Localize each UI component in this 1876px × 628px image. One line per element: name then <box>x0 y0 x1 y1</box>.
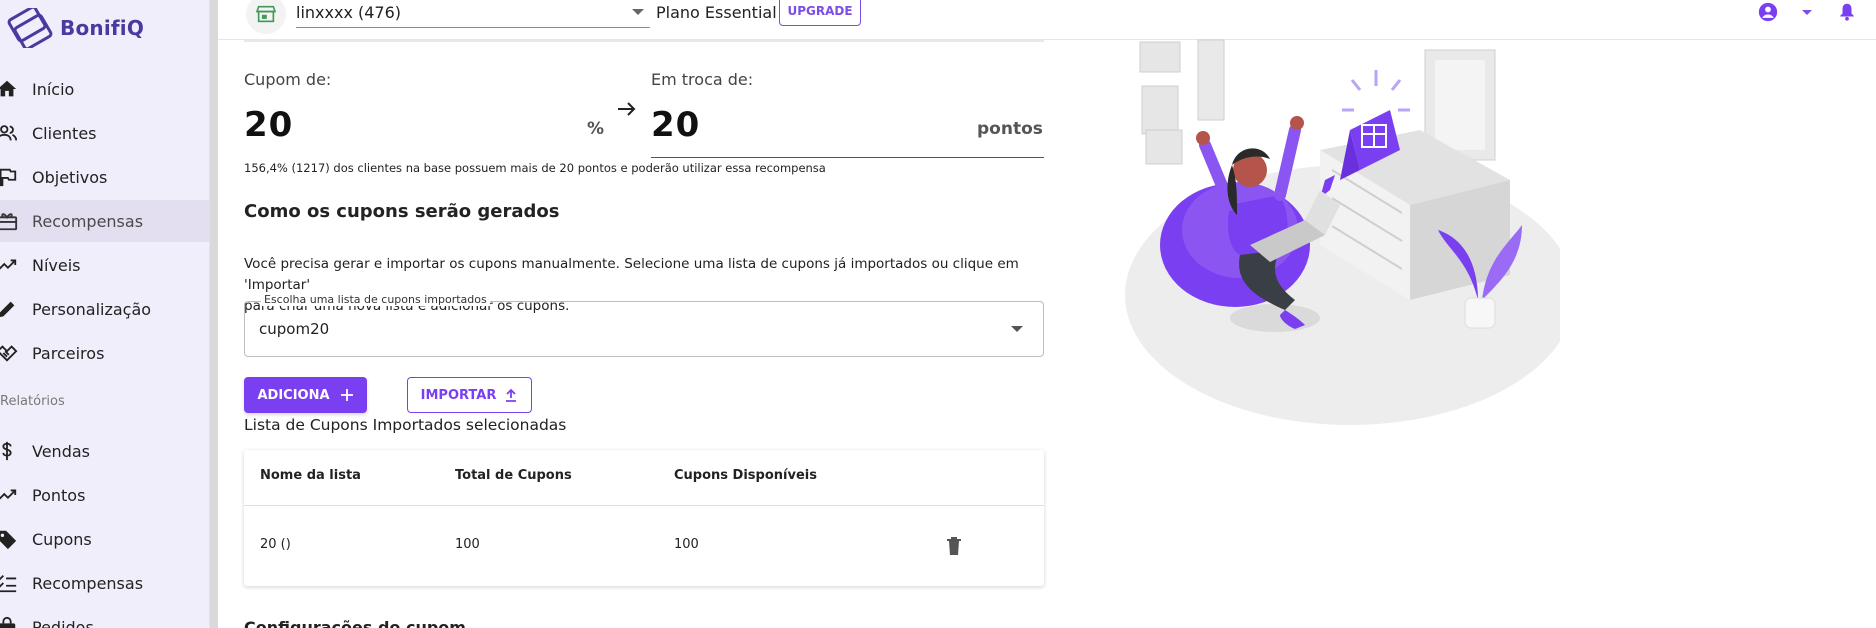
sidebar-item-recompensas-report[interactable]: Recompensas <box>0 562 210 604</box>
points-underline <box>651 157 1044 158</box>
next-section-title: Configurações do cupom <box>244 618 466 628</box>
store-select[interactable]: linxxxx (476) <box>296 0 650 28</box>
sidebar-item-recompensas[interactable]: Recompensas <box>0 200 210 242</box>
app-root: BonifiQ Início Clientes Objetivos Recomp… <box>0 0 1876 628</box>
sidebar-item-label: Pedidos <box>32 617 94 628</box>
sidebar-item-parceiros[interactable]: Parceiros <box>0 332 210 374</box>
table-header: Total de Cupons <box>455 468 572 483</box>
arrow-right-icon <box>618 102 636 116</box>
sidebar-item-label: Vendas <box>32 441 90 461</box>
sidebar: BonifiQ Início Clientes Objetivos Recomp… <box>0 0 210 628</box>
sidebar-item-pedidos[interactable]: Pedidos <box>0 606 210 628</box>
sidebar-item-label: Recompensas <box>32 573 144 593</box>
trending-icon <box>0 244 32 286</box>
eligibility-hint: 156,4% (1217) dos clientes na base possu… <box>244 161 826 175</box>
upgrade-button[interactable]: UPGRADE <box>779 0 861 26</box>
woman-celebrating-illustration <box>1125 39 1560 425</box>
sidebar-item-label: Personalização <box>32 299 152 319</box>
add-button[interactable]: ADICIONA <box>244 377 367 413</box>
sidebar-item-label: Pontos <box>32 485 86 505</box>
logo-icon <box>7 8 53 48</box>
account-menu-arrow-icon[interactable] <box>1802 10 1812 15</box>
sidebar-item-label: Cupons <box>32 529 92 549</box>
plus-icon <box>340 389 353 401</box>
sidebar-item-vendas[interactable]: Vendas <box>0 430 210 472</box>
plan-label: Plano Essential <box>656 3 777 22</box>
users-icon <box>0 112 32 154</box>
sidebar-item-cupons[interactable]: Cupons <box>0 518 210 560</box>
sidebar-item-niveis[interactable]: Níveis <box>0 244 210 286</box>
tag-icon <box>0 518 32 560</box>
table-header: Nome da lista <box>260 468 361 483</box>
brand-logo[interactable]: BonifiQ <box>2 8 144 48</box>
table-cell: 20 () <box>260 537 291 552</box>
coupon-list-select[interactable]: Escolha uma lista de cupons importados c… <box>244 293 1044 357</box>
dollar-icon <box>0 430 32 472</box>
sidebar-item-objetivos[interactable]: Objetivos <box>0 156 210 198</box>
sidebar-item-clientes[interactable]: Clientes <box>0 112 210 154</box>
section-title: Como os cupons serão gerados <box>244 201 560 222</box>
trash-icon[interactable] <box>946 536 962 556</box>
add-button-label: ADICIONA <box>257 387 330 403</box>
pencil-icon <box>0 288 32 330</box>
card-top-edge <box>244 40 1044 42</box>
caret-down-icon <box>1011 326 1023 332</box>
bag-icon <box>0 606 32 628</box>
brand-name: BonifiQ <box>60 16 145 40</box>
exchange-for-label: Em troca de: <box>651 70 754 89</box>
upload-icon <box>506 388 517 402</box>
trending-icon <box>0 474 32 516</box>
coupon-lists-table: Nome da lista Total de Cupons Cupons Dis… <box>244 450 1044 586</box>
percent-unit: % <box>587 119 605 139</box>
table-cell: 100 <box>674 537 699 552</box>
points-unit: pontos <box>977 119 1043 139</box>
sidebar-item-personalizacao[interactable]: Personalização <box>0 288 210 330</box>
table-divider <box>244 505 1044 506</box>
imported-list-title: Lista de Cupons Importados selecionadas <box>244 416 567 434</box>
coupon-from-label: Cupom de: <box>244 70 332 89</box>
sidebar-item-label: Níveis <box>32 255 81 275</box>
select-value: cupom20 <box>259 320 330 338</box>
sidebar-item-label: Clientes <box>32 123 97 143</box>
description-line: Você precisa gerar e importar os cupons … <box>244 256 1019 293</box>
select-legend: Escolha uma lista de cupons importados <box>261 293 490 306</box>
import-button-label: IMPORTAR <box>420 387 497 403</box>
store-select-value: linxxxx (476) <box>296 3 402 22</box>
sidebar-item-inicio[interactable]: Início <box>0 68 210 110</box>
coupon-percent-input[interactable]: 20 <box>244 105 293 145</box>
table-cell: 100 <box>455 537 480 552</box>
table-header: Cupons Disponíveis <box>674 468 817 483</box>
points-input[interactable]: 20 <box>651 105 700 145</box>
sidebar-item-pontos[interactable]: Pontos <box>0 474 210 516</box>
home-icon <box>0 68 32 110</box>
store-icon <box>246 0 286 34</box>
flag-icon <box>0 156 32 198</box>
sidebar-item-label: Recompensas <box>32 211 144 231</box>
chevron-down-icon <box>632 9 644 15</box>
bell-icon[interactable] <box>1838 2 1856 22</box>
handshake-icon <box>0 332 32 374</box>
import-button[interactable]: IMPORTAR <box>407 377 532 413</box>
account-icon[interactable] <box>1758 2 1778 22</box>
sidebar-item-label: Início <box>32 79 75 99</box>
top-bar: linxxxx (476) Plano Essential UPGRADE <box>218 0 1876 40</box>
gift-icon <box>0 200 32 242</box>
section-label-relatorios: Relatórios <box>0 394 65 409</box>
sidebar-scrollbar[interactable] <box>210 0 218 628</box>
sidebar-item-label: Objetivos <box>32 167 108 187</box>
sidebar-item-label: Parceiros <box>32 343 105 363</box>
checklist-icon <box>0 562 32 604</box>
